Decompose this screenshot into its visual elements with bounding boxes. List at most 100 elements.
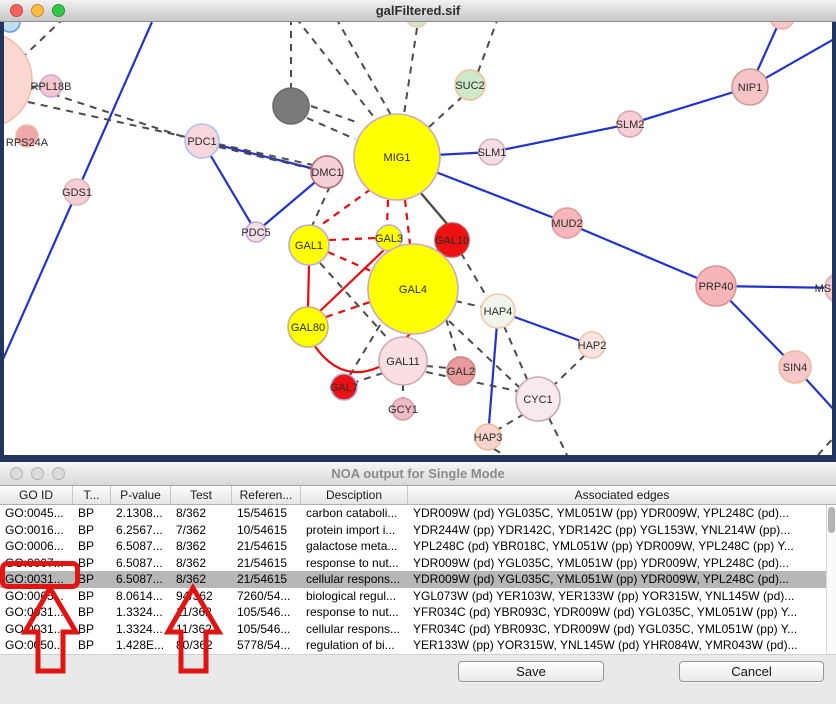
cell-description: cellular respons... xyxy=(301,621,408,638)
network-window-title: galFiltered.sif xyxy=(0,0,836,21)
column-header-edges[interactable]: Associated edges xyxy=(408,486,836,504)
zoom-button-icon[interactable] xyxy=(52,467,65,480)
node-green-partial[interactable] xyxy=(406,22,428,27)
column-header-description[interactable]: Desciption xyxy=(301,486,408,504)
cancel-button[interactable]: Cancel xyxy=(679,661,824,682)
button-panel: Save Cancel xyxy=(0,654,836,704)
network-edge xyxy=(311,106,356,122)
cell-description: cellular respons... xyxy=(301,571,408,588)
cell-go_id: GO:0007... xyxy=(0,555,73,572)
cell-test: 8/362 xyxy=(171,571,232,588)
network-edge xyxy=(554,355,585,385)
cell-p_value: 1.428E... xyxy=(111,637,171,654)
cell-edges: YDR009W (pd) YGL035C, YML051W (pp) YDR00… xyxy=(408,555,826,572)
node-corner-partial[interactable] xyxy=(4,22,20,32)
table-row[interactable]: GO:0006...BP6.5087...8/36221/54615galact… xyxy=(0,538,826,555)
table-row[interactable]: GO:0045...BP2.1308...8/36215/54615carbon… xyxy=(0,505,826,522)
network-edge xyxy=(488,311,498,437)
minimize-button-icon[interactable] xyxy=(31,4,44,17)
node-label: GAL3 xyxy=(375,233,403,245)
network-edge xyxy=(328,252,371,271)
cell-go_id: GO:0016... xyxy=(0,522,73,539)
table-row[interactable]: GO:0031...BP6.5087...8/36221/54615cellul… xyxy=(0,571,826,588)
table-row[interactable]: GO:0065...BP8.0614...94/3627260/54...bio… xyxy=(0,588,826,605)
table-row[interactable]: GO:0031...BP1.3324...11/362105/546...res… xyxy=(0,604,826,621)
cell-test: 8/362 xyxy=(171,505,232,522)
node-label: HAP2 xyxy=(578,340,607,352)
column-header-reference[interactable]: Referen... xyxy=(232,486,301,504)
node-label: GAL1 xyxy=(295,240,323,252)
network-edge xyxy=(497,414,524,430)
cell-p_value: 6.5087... xyxy=(111,571,171,588)
cell-description: biological regul... xyxy=(301,588,408,605)
node-label: MIG1 xyxy=(384,152,411,164)
cell-edges: YGL073W (pd) YER103W, YER133W (pp) YOR31… xyxy=(408,588,826,605)
cell-go_id: GO:0050... xyxy=(0,637,73,654)
column-header-test[interactable]: Test xyxy=(171,486,232,504)
node-label: GAL4 xyxy=(399,284,427,296)
save-button[interactable]: Save xyxy=(458,661,604,682)
node-label: PDC5 xyxy=(241,227,270,239)
table-row[interactable]: GO:0016...BP6.2567...7/36210/54615protei… xyxy=(0,522,826,539)
column-header-type[interactable]: T... xyxy=(73,486,111,504)
close-button-icon[interactable] xyxy=(10,4,23,17)
minimize-button-icon[interactable] xyxy=(31,467,44,480)
column-header-go_id[interactable]: GO ID xyxy=(0,486,73,504)
network-edge xyxy=(818,435,832,455)
node-bigpink-partial[interactable] xyxy=(4,32,32,128)
zoom-button-icon[interactable] xyxy=(52,4,65,17)
column-header-p_value[interactable]: P-value xyxy=(111,486,171,504)
node-gray-node[interactable] xyxy=(273,88,309,124)
network-edge xyxy=(24,22,64,56)
node-label: SLM2 xyxy=(616,119,645,131)
cell-reference: 105/546... xyxy=(232,621,301,638)
network-edge xyxy=(494,449,504,455)
network-edge xyxy=(387,200,388,225)
cell-description: response to nut... xyxy=(301,604,408,621)
cell-go_id: GO:0065... xyxy=(0,588,73,605)
cell-reference: 15/54615 xyxy=(232,505,301,522)
network-edge xyxy=(567,223,716,286)
cell-p_value: 1.3324... xyxy=(111,604,171,621)
cell-description: carbon cataboli... xyxy=(301,505,408,522)
cell-go_id: GO:0031... xyxy=(0,621,73,638)
cell-edges: YER133W (pp) YOR315W, YNL145W (pd) YHR08… xyxy=(408,637,826,654)
cell-p_value: 1.3324... xyxy=(111,621,171,638)
cell-reference: 21/54615 xyxy=(232,538,301,555)
network-edge xyxy=(504,326,527,379)
table-row[interactable]: GO:0007...BP6.5087...8/36221/54615respon… xyxy=(0,555,826,572)
close-button-icon[interactable] xyxy=(10,467,23,480)
node-label: CYC1 xyxy=(523,394,552,406)
cell-reference: 21/54615 xyxy=(232,555,301,572)
network-edge xyxy=(426,366,448,368)
cell-test: 80/362 xyxy=(171,637,232,654)
network-edge xyxy=(461,253,488,299)
node-label: GAL10 xyxy=(435,235,469,247)
node-label: DMC1 xyxy=(311,167,342,179)
cell-type: BP xyxy=(73,555,111,572)
cell-edges: YDR009W (pd) YGL035C, YML051W (pp) YDR00… xyxy=(408,571,826,588)
network-edge xyxy=(307,118,355,139)
cell-type: BP xyxy=(73,505,111,522)
scrollbar-thumb[interactable] xyxy=(828,507,835,533)
cell-p_value: 6.5087... xyxy=(111,555,171,572)
network-edge xyxy=(317,189,371,228)
node-label: MUD2 xyxy=(551,218,582,230)
vertical-scrollbar[interactable] xyxy=(826,505,836,654)
cell-go_id: GO:0031... xyxy=(0,604,73,621)
noa-output-window: NOA output for Single Mode GO IDT...P-va… xyxy=(0,462,836,704)
network-edge xyxy=(326,302,370,317)
cell-description: protein import i... xyxy=(301,522,408,539)
noa-titlebar: NOA output for Single Mode xyxy=(0,462,836,486)
cell-type: BP xyxy=(73,621,111,638)
table-row[interactable]: GO:0050...BP1.428E...80/3625778/54...reg… xyxy=(0,637,826,654)
cell-edges: YDR244W (pp) YDR142C, YDR142C (pp) YGL15… xyxy=(408,522,826,539)
network-edge xyxy=(478,22,498,72)
cell-go_id: GO:0006... xyxy=(0,538,73,555)
network-canvas[interactable]: RPL18BRPS24APDC1GDS1MIG1DMC1SLM1SLM2NIP1… xyxy=(4,22,832,455)
cell-type: BP xyxy=(73,522,111,539)
node-topright-partial[interactable] xyxy=(770,22,794,29)
cell-go_id: GO:0031... xyxy=(0,571,73,588)
table-row[interactable]: GO:0031...BP1.3324...11/362105/546...cel… xyxy=(0,621,826,638)
node-label: GDS1 xyxy=(62,187,92,199)
